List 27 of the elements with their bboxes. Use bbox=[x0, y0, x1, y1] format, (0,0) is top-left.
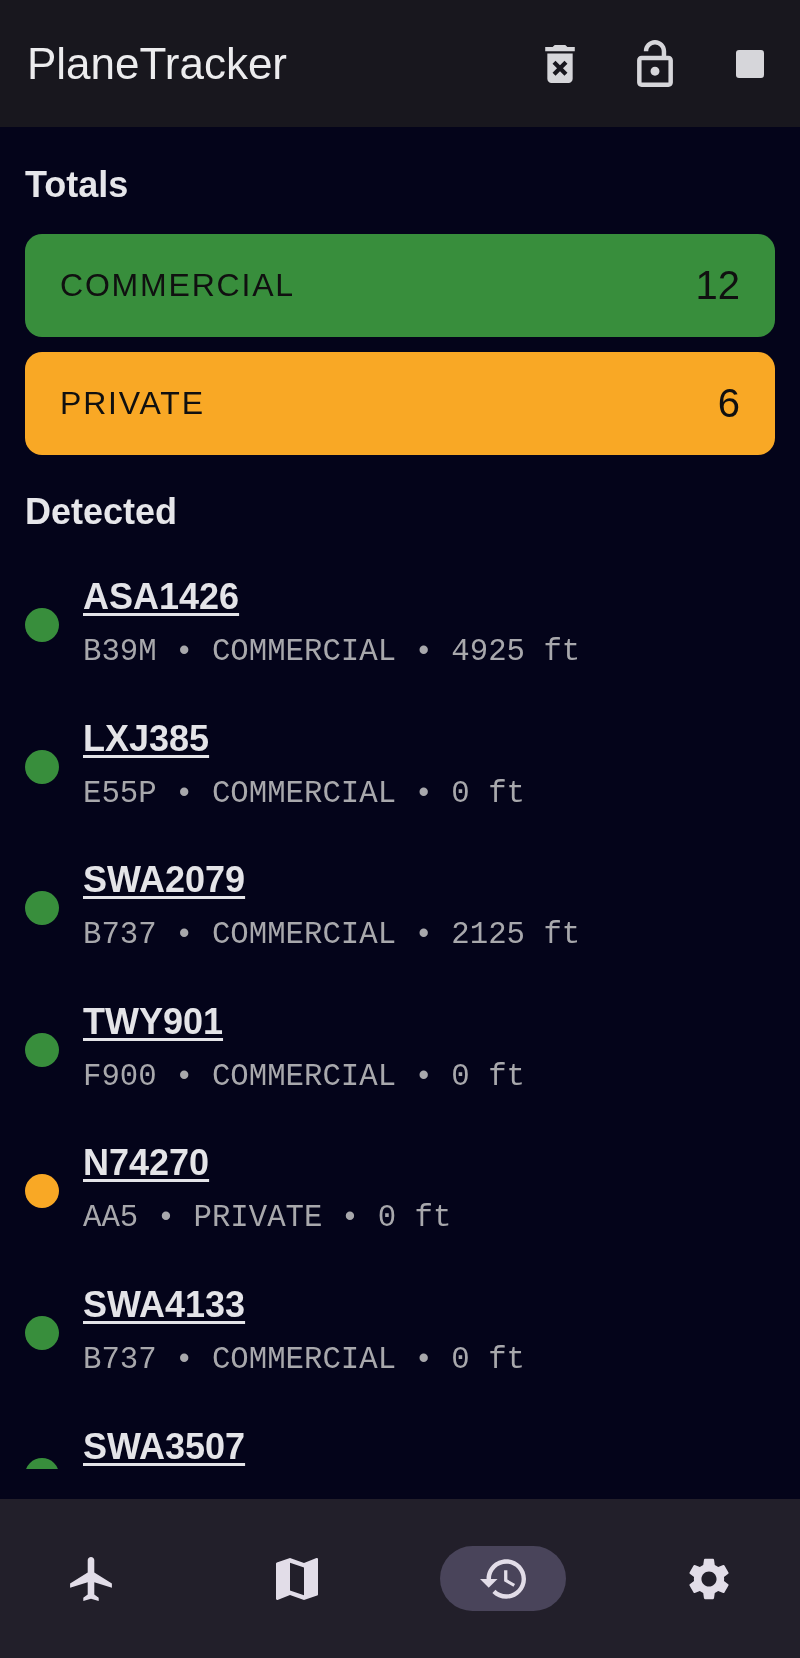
callsign-link[interactable]: SWA4133 bbox=[83, 1282, 246, 1327]
aircraft-details: E55P • COMMERCIAL • 0 ft bbox=[83, 775, 525, 812]
trash-icon bbox=[545, 44, 575, 83]
category-count: 6 bbox=[717, 381, 740, 426]
category-count: 12 bbox=[695, 263, 740, 308]
aircraft-details: B737 • COMMERCIAL • 0 ft bbox=[83, 1341, 525, 1378]
category-label: COMMERCIAL bbox=[60, 267, 295, 304]
aircraft-details: AA5 • PRIVATE • 0 ft bbox=[83, 1200, 452, 1237]
callsign-link[interactable]: ASA1426 bbox=[83, 575, 240, 619]
aircraft-details: F900 • COMMERCIAL • 0 ft bbox=[83, 1058, 525, 1095]
aircraft-details: B39M • COMMERCIAL • 4925 ft bbox=[83, 634, 581, 670]
aircraft-details: B737 • COMMERCIAL • 2125 ft bbox=[83, 917, 581, 954]
section-heading: Totals bbox=[25, 165, 130, 205]
callsign-link[interactable]: SWA3507 bbox=[83, 1424, 246, 1469]
map-icon bbox=[276, 1557, 318, 1600]
app-title: PlaneTracker bbox=[27, 38, 288, 89]
plane-icon bbox=[70, 1556, 112, 1601]
open-lock-icon bbox=[637, 40, 673, 87]
callsign-link[interactable]: N74270 bbox=[83, 1141, 210, 1186]
callsign-link[interactable]: LXJ385 bbox=[83, 716, 210, 761]
stop-icon bbox=[736, 49, 764, 78]
history-icon bbox=[480, 1558, 526, 1599]
callsign-link[interactable]: SWA2079 bbox=[83, 858, 246, 903]
callsign-link[interactable]: TWY901 bbox=[83, 999, 224, 1044]
category-label: PRIVATE bbox=[60, 385, 205, 422]
settings-icon bbox=[689, 1557, 729, 1600]
section-heading: Detected bbox=[25, 492, 179, 532]
